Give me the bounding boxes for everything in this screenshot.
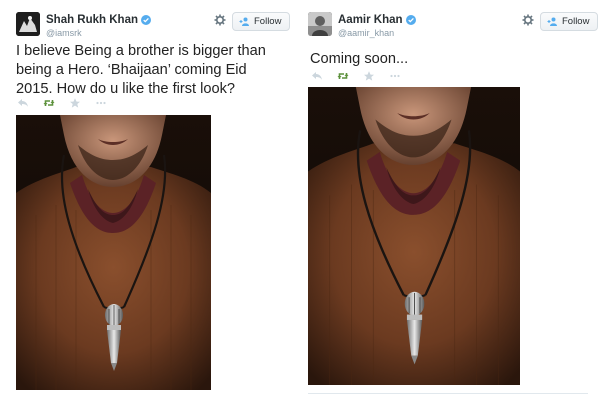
tweet-text: I believe Being a brother is bigger than… [16,43,266,97]
tweet-photo[interactable] [308,87,520,385]
author-display-name[interactable]: Aamir Khan [338,14,403,26]
tweet-header: Shah Rukh Khan @iamsrk Follow [16,12,291,42]
favorite-icon[interactable] [363,71,375,81]
follow-button[interactable]: Follow [232,12,291,31]
reply-icon[interactable] [311,71,323,81]
gear-icon[interactable] [522,14,534,26]
follow-button-label: Follow [254,16,282,27]
follow-person-icon [547,17,557,26]
tweet-actions [17,98,107,108]
tweet-photo[interactable] [16,115,211,390]
gear-icon[interactable] [214,14,226,26]
tweet-actions [311,71,401,81]
tweet-header: Aamir Khan @aamir_khan Follow [308,12,599,42]
author-names: Aamir Khan @aamir_khan [338,14,416,38]
verified-badge-icon [405,15,416,25]
retweet-icon[interactable] [337,71,349,81]
retweet-icon[interactable] [43,98,55,108]
author-handle: @aamir_khan [338,28,395,38]
avatar[interactable] [16,12,40,36]
author-names: Shah Rukh Khan @iamsrk [46,14,152,38]
more-icon[interactable] [95,98,107,108]
screenshot-canvas: Shah Rukh Khan @iamsrk Follow I believe … [0,0,600,400]
verified-badge-icon [141,15,152,25]
more-icon[interactable] [389,71,401,81]
author-display-name[interactable]: Shah Rukh Khan [46,14,138,26]
tweet-card-aamir: Aamir Khan @aamir_khan Follow Coming soo… [300,0,600,400]
follow-person-icon [239,17,249,26]
tweet-card-srk: Shah Rukh Khan @iamsrk Follow I believe … [0,0,292,400]
author-handle: @iamsrk [46,28,82,38]
avatar[interactable] [308,12,332,36]
divider [308,393,588,394]
follow-button-label: Follow [562,16,590,27]
reply-icon[interactable] [17,98,29,108]
favorite-icon[interactable] [69,98,81,108]
tweet-text: Coming soon... [310,51,409,67]
follow-button[interactable]: Follow [540,12,599,31]
